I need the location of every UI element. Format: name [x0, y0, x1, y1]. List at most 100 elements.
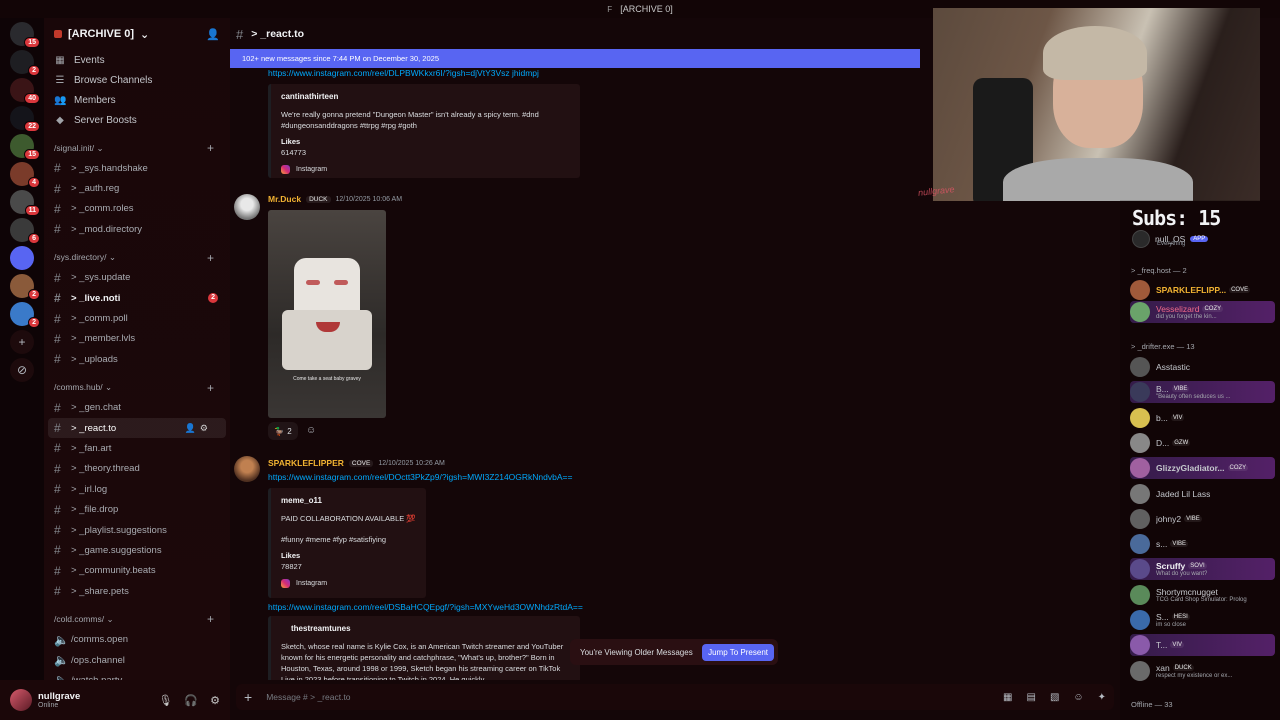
add-channel-icon[interactable]: + [207, 381, 214, 395]
server-icon[interactable]: 40 [10, 78, 40, 104]
member-item[interactable]: T... VIV [1130, 634, 1275, 657]
server-header[interactable]: [ARCHIVE 0] ⌄ 👤 [44, 18, 230, 50]
apps-icon[interactable]: ✦ [1098, 692, 1106, 703]
message-link[interactable]: https://www.instagram.com/reel/DOctt3PkZ… [268, 472, 572, 482]
subs-counter: Subs: 15 [1132, 206, 1221, 230]
hash-icon: # [54, 461, 61, 476]
channel-item[interactable]: # > _member.lvls [44, 329, 230, 349]
channel-item[interactable]: # > _file.drop [44, 499, 230, 519]
invite-icon[interactable]: 👤 [206, 28, 220, 41]
nav-item[interactable]: ☰ Browse Channels [44, 70, 230, 90]
channel-item[interactable]: # > _comm.roles [44, 199, 230, 219]
embed-author[interactable]: meme_o11 [281, 496, 416, 505]
embed-author[interactable]: thestreamtunes [281, 624, 570, 633]
sticker-icon[interactable]: ▧ [1050, 692, 1059, 703]
add-channel-icon[interactable]: + [207, 141, 214, 155]
add-reaction-icon[interactable]: ☺ [306, 425, 316, 436]
message-link[interactable]: https://www.instagram.com/reel/DSBaHCQEp… [268, 602, 583, 612]
server-icon[interactable]: 6 [10, 218, 40, 244]
embed-description: #funny #meme #fyp #satisfiying [281, 535, 387, 544]
server-icon[interactable]: 15 [10, 22, 40, 48]
channel-item[interactable]: # > _playlist.suggestions [44, 520, 230, 540]
avatar[interactable] [234, 456, 260, 482]
message-input[interactable]: Message # > _react.to [266, 692, 350, 702]
add-channel-icon[interactable]: + [207, 612, 214, 626]
server-icon[interactable]: 4 [10, 162, 40, 188]
channel-item[interactable]: # > _live.noti 2 [44, 288, 230, 308]
channel-item[interactable]: # > _mod.directory [44, 219, 230, 239]
channel-item[interactable]: # > _sys.handshake [44, 158, 230, 178]
channel-item[interactable]: # > _sys.update [44, 268, 230, 288]
gear-icon[interactable]: ⚙ [200, 423, 212, 433]
hash-icon: # [54, 563, 61, 578]
microphone-icon[interactable]: 🎙 [158, 694, 172, 707]
channel-item[interactable]: # > _comm.poll [44, 308, 230, 328]
invite-icon[interactable]: 👤 [185, 423, 200, 433]
channel-item[interactable]: # > _auth.reg [44, 178, 230, 198]
emoji-icon[interactable]: ☺ [1073, 692, 1083, 703]
member-item[interactable]: Asstastic [1130, 356, 1275, 378]
member-item[interactable]: b... VIV [1130, 407, 1275, 429]
video-attachment[interactable]: Come take a seat baby gravey [268, 210, 386, 418]
server-icon[interactable]: 2 [10, 274, 40, 300]
member-item[interactable]: Jaded Lil Lass [1130, 483, 1275, 505]
gift-icon[interactable]: ▦ [1003, 692, 1012, 703]
member-item[interactable]: D... GZW [1130, 432, 1275, 454]
member-item[interactable]: johny2 VIBE [1130, 508, 1275, 530]
member-item[interactable]: Vesselizard COZY did you forget the kin... [1130, 301, 1275, 323]
server-icon[interactable]: 15 [10, 134, 40, 160]
avatar[interactable] [234, 194, 260, 220]
member-item[interactable]: GlizzyGladiator... COZY [1130, 457, 1275, 480]
channel-item[interactable]: # > _gen.chat [44, 398, 230, 418]
avatar[interactable] [10, 689, 32, 711]
member-item[interactable]: Shortymcnugget TCG Card Shop Simulator: P… [1130, 584, 1275, 606]
channel-item[interactable]: # > _community.beats [44, 561, 230, 581]
channel-item[interactable]: # > _uploads [44, 349, 230, 369]
channel-category[interactable]: /signal.init/ ⌄ + [44, 138, 230, 158]
reaction-chip[interactable]: 🦆 2 [268, 422, 298, 440]
member-item[interactable]: B... VIBE "Beauty often seduces us ... [1130, 381, 1275, 404]
headphones-icon[interactable]: 🎧 [184, 694, 198, 707]
add-attachment-icon[interactable]: + [244, 689, 252, 705]
channel-item[interactable]: 🔈/comms.open [44, 629, 230, 649]
member-item[interactable]: Scruffy SOVI What do you want? [1130, 558, 1275, 581]
hash-icon: # [54, 482, 61, 497]
member-item[interactable]: S... HESI im so close [1130, 609, 1275, 631]
server-icon[interactable]: 11 [10, 190, 40, 216]
channel-item[interactable]: # > _react.to 👤⚙ [48, 417, 226, 439]
message-composer[interactable]: + Message # > _react.to ▦ ▤ ▧ ☺ ✦ [236, 684, 1114, 710]
server-icon[interactable] [10, 246, 34, 270]
discover-icon[interactable]: ⊘ [10, 358, 34, 382]
server-icon[interactable]: 22 [10, 106, 40, 132]
channel-item[interactable]: # > _irl.log [44, 479, 230, 499]
channel-category[interactable]: /comms.hub/ ⌄ + [44, 378, 230, 398]
channel-item[interactable]: # > _theory.thread [44, 459, 230, 479]
member-name: Vesselizard [1156, 304, 1200, 314]
gif-icon[interactable]: ▤ [1026, 692, 1035, 703]
channel-item[interactable]: 🔈/ops.channel [44, 650, 230, 670]
message-link[interactable]: https://www.instagram.com/reel/DLPBWKkxr… [268, 68, 539, 78]
jump-to-present-button[interactable]: Jump To Present [702, 643, 774, 661]
member-bot[interactable]: null_OS APP Everything [1132, 230, 1209, 248]
channel-item[interactable]: 🔈/watch.party [44, 670, 230, 680]
channel-category[interactable]: /cold.comms/ ⌄ + [44, 609, 230, 629]
channel-category[interactable]: /sys.directory/ ⌄ + [44, 248, 230, 268]
nav-item[interactable]: ◆ Server Boosts [44, 110, 230, 130]
embed-author[interactable]: cantinathirteen [281, 92, 570, 101]
member-item[interactable]: SPARKLEFLIPP... COVE [1130, 279, 1275, 301]
gear-icon[interactable]: ⚙ [210, 694, 220, 707]
add-server-icon[interactable]: + [10, 330, 34, 354]
nav-item[interactable]: ▦ Events [44, 50, 230, 70]
nav-item[interactable]: 👥 Members [44, 90, 230, 110]
channel-item[interactable]: # > _share.pets [44, 581, 230, 601]
author-name[interactable]: Mr.Duck [268, 194, 301, 204]
server-icon[interactable]: 2 [10, 302, 40, 328]
author-name[interactable]: SPARKLEFLIPPER [268, 458, 344, 468]
channel-item[interactable]: # > _fan.art [44, 438, 230, 458]
server-icon[interactable]: 2 [10, 50, 40, 76]
member-group-header: Offline — 33 [1131, 700, 1173, 709]
add-channel-icon[interactable]: + [207, 251, 214, 265]
channel-item[interactable]: # > _game.suggestions [44, 540, 230, 560]
member-item[interactable]: xan DUCK respect my existence or ex... [1130, 660, 1275, 682]
member-item[interactable]: s... VIBE [1130, 533, 1275, 555]
